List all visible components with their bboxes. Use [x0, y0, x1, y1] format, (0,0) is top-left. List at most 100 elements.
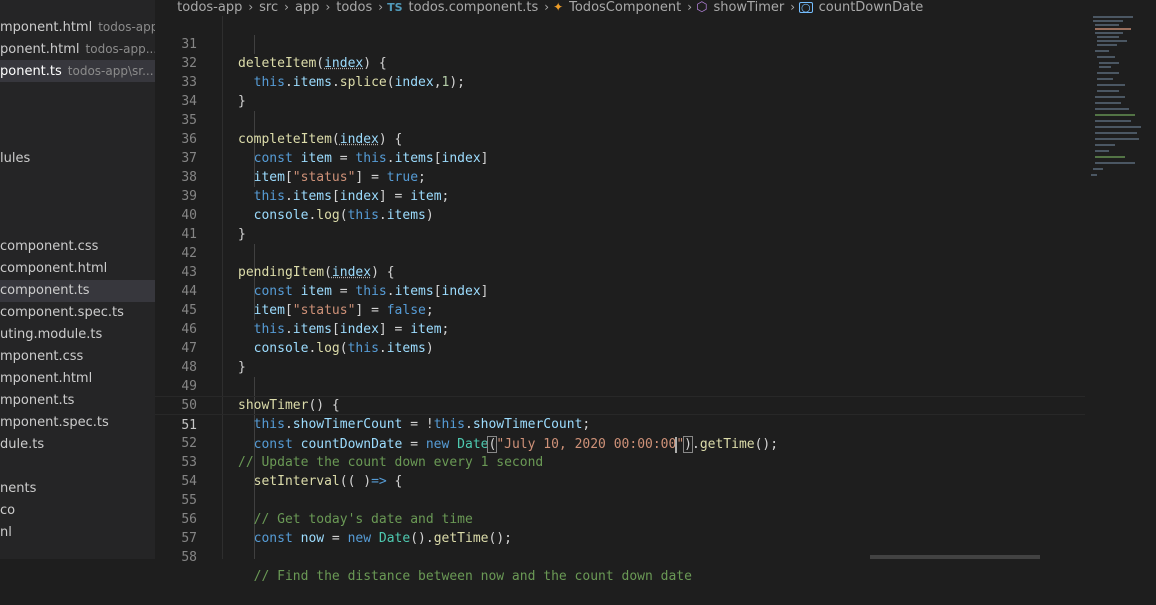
breadcrumb-segment[interactable]: src — [257, 1, 280, 15]
tree-item[interactable]: component.css — [0, 236, 155, 258]
breadcrumb-segment[interactable]: todos — [334, 1, 374, 15]
tree-item[interactable]: dule.ts — [0, 434, 155, 456]
open-editor-name: mponent.html — [0, 20, 93, 35]
minimap-line — [1097, 36, 1119, 38]
breadcrumb-variable[interactable]: countDownDate — [817, 1, 926, 15]
method-icon: ⬡ — [696, 0, 708, 15]
explorer-sidebar: mponent.html todos-app\s... ponent.html to… — [0, 0, 155, 559]
code-line: 50 this.showTimerCount = !this.showTimer… — [155, 377, 1085, 432]
tree-item[interactable]: uting.module.ts — [0, 324, 155, 346]
minimap-line — [1097, 90, 1119, 92]
code-line: 58 // Find the distance between now and … — [155, 529, 1085, 584]
tree-item-label: dule.ts — [0, 437, 45, 452]
chevron-right-icon: › — [378, 0, 384, 14]
minimap-line — [1097, 72, 1119, 74]
minimap-line — [1095, 50, 1109, 52]
minimap-line — [1095, 138, 1139, 140]
open-editor-path: todos-app... — [85, 42, 155, 56]
code-line: 45 this.items[index] = item; — [155, 282, 1085, 337]
tree-item-label: mponent.spec.ts — [0, 415, 109, 430]
minimap-line — [1095, 28, 1131, 30]
breadcrumb-file[interactable]: todos.component.ts — [407, 1, 541, 15]
code-line: 48 — [155, 339, 1085, 375]
minimap-line — [1099, 62, 1119, 64]
minimap-line — [1095, 120, 1131, 122]
open-editor-name: ponent.html — [0, 42, 80, 57]
open-editor-item[interactable]: mponent.html todos-app\s... — [0, 16, 155, 38]
minimap-line — [1097, 56, 1115, 58]
minimap-line — [1099, 66, 1111, 68]
minimap-line — [1093, 16, 1133, 18]
breadcrumb-segment[interactable]: app — [293, 1, 321, 15]
code-line: 57 — [155, 510, 1085, 546]
minimap-line — [1097, 78, 1113, 80]
tree-item-label: nents — [0, 481, 37, 496]
tree-item[interactable]: mponent.html — [0, 368, 155, 390]
minimap-line — [1095, 162, 1135, 164]
code-editor[interactable]: 31 deleteItem(index) { 32 this.items.spl… — [155, 16, 1085, 584]
minimap-line — [1095, 126, 1141, 128]
open-editor-item[interactable]: ponent.html todos-app... — [0, 38, 155, 60]
code-line: 52 // Update the count down every 1 seco… — [155, 415, 1085, 470]
chevron-right-icon: › — [790, 0, 796, 14]
code-line: 44 item["status"] = false; — [155, 263, 1085, 318]
tree-item[interactable]: lules — [0, 148, 155, 170]
tree-item-label: mponent.css — [0, 349, 84, 364]
minimap-line — [1095, 114, 1135, 116]
tree-item-label: co — [0, 503, 16, 518]
minimap-line — [1097, 44, 1117, 46]
minimap-line — [1095, 132, 1137, 134]
minimap-line — [1093, 20, 1123, 22]
tree-item-label: lules — [0, 151, 31, 166]
code-line: 43 const item = this.items[index] — [155, 244, 1085, 299]
chevron-right-icon: › — [325, 0, 331, 14]
minimap-line — [1095, 32, 1123, 34]
tree-item-label: nl — [0, 525, 12, 540]
code-line: 38 this.items[index] = item; — [155, 149, 1085, 204]
code-line: 32 this.items.splice(index,1); — [155, 35, 1085, 90]
code-line: 34 — [155, 73, 1085, 109]
code-line: 49 showTimer() { — [155, 358, 1085, 413]
current-code-line: 51 const countDownDate = new Date("July … — [155, 396, 1085, 453]
tree-item[interactable]: nents — [0, 478, 155, 500]
chevron-right-icon: › — [284, 0, 289, 14]
code-line: 35 completeItem(index) { — [155, 92, 1085, 147]
minimap-line — [1093, 168, 1103, 170]
minimap-line — [1097, 84, 1125, 86]
tree-item[interactable]: nl — [0, 522, 155, 544]
tree-item[interactable]: mponent.ts — [0, 390, 155, 412]
minimap-line — [1091, 174, 1097, 176]
breadcrumb-segment[interactable]: todos-app — [175, 1, 244, 15]
code-line: 54 — [155, 453, 1085, 489]
minimap-line — [1095, 102, 1121, 104]
breadcrumb-class[interactable]: TodosComponent — [567, 1, 683, 15]
code-line: 36 const item = this.items[index] — [155, 111, 1085, 166]
code-line: 47 } — [155, 320, 1085, 375]
code-line: 53 setInterval(( )=> { — [155, 434, 1085, 489]
line-number: 58 — [181, 550, 197, 565]
tree-item-active[interactable]: component.ts — [0, 280, 155, 302]
tree-item-label: component.html — [0, 261, 108, 276]
code-line: 56 const now = new Date().getTime(); — [155, 491, 1085, 546]
breadcrumb-method[interactable]: showTimer — [711, 1, 786, 15]
tree-item[interactable]: component.spec.ts — [0, 302, 155, 324]
open-editor-item-active[interactable]: ponent.ts todos-app\sr... — [0, 60, 155, 82]
horizontal-scrollbar[interactable] — [870, 555, 1040, 559]
breadcrumb: todos-app › src › app › todos › TS todos.componen… — [155, 0, 1156, 16]
code-line: 33 } — [155, 54, 1085, 109]
code-line: 39 console.log(this.items) — [155, 168, 1085, 223]
tree-item-label: uting.module.ts — [0, 327, 103, 342]
open-editor-path: todos-app\sr... — [67, 64, 154, 78]
tree-item[interactable]: co — [0, 500, 155, 522]
tree-item[interactable]: mponent.spec.ts — [0, 412, 155, 434]
minimap[interactable] — [1085, 16, 1156, 559]
line-content: // Find the distance between now and the… — [253, 569, 692, 584]
tree-item[interactable]: component.html — [0, 258, 155, 280]
typescript-file-icon: TS — [387, 1, 403, 14]
minimap-line — [1097, 40, 1127, 42]
tree-item[interactable]: mponent.css — [0, 346, 155, 368]
open-editor-path: todos-app\s... — [98, 20, 155, 34]
tree-item-label: mponent.ts — [0, 393, 75, 408]
code-line: 42 pendingItem(index) { — [155, 225, 1085, 280]
code-line: 46 console.log(this.items) — [155, 301, 1085, 356]
